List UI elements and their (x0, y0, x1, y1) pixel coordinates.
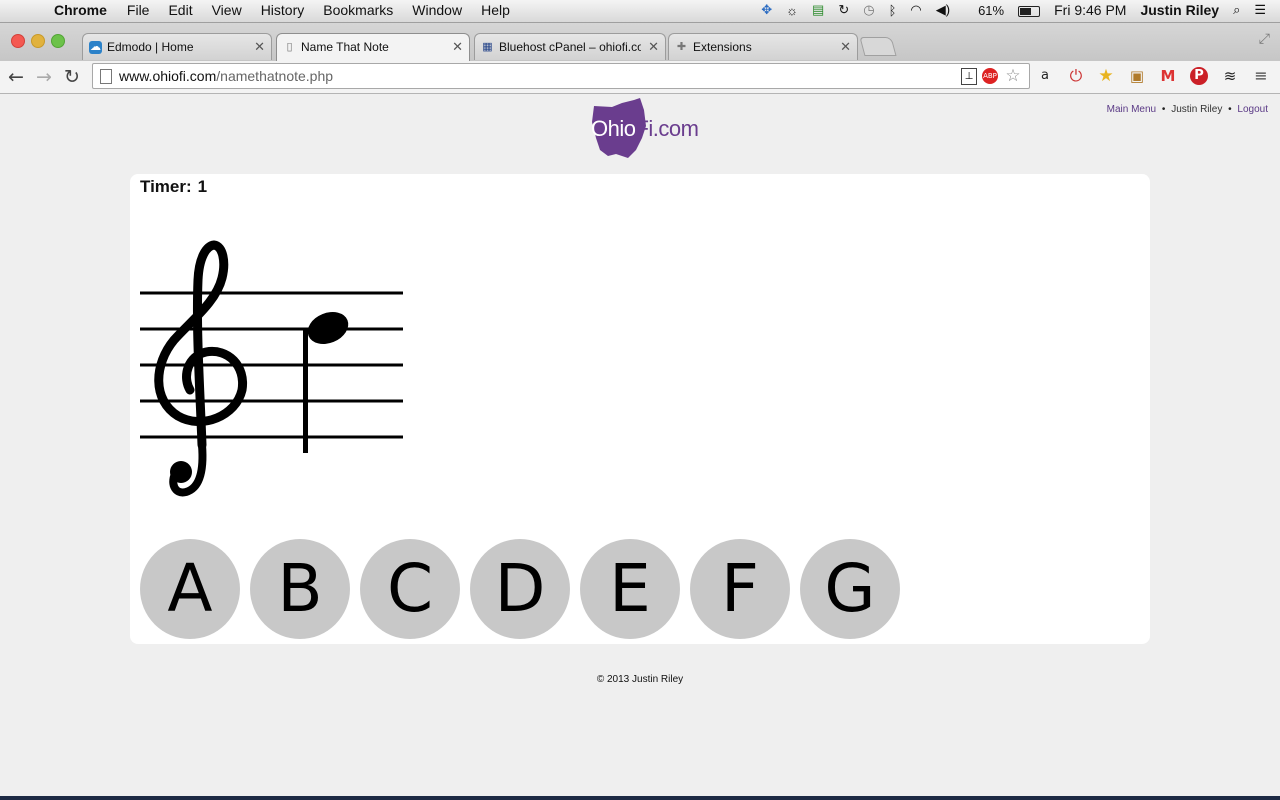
top-nav: Main Menu • Justin Riley • Logout (1107, 104, 1268, 115)
menu-help[interactable]: Help (481, 2, 510, 18)
answer-button-a[interactable]: A (140, 539, 240, 639)
menu-app-name[interactable]: Chrome (54, 2, 107, 18)
new-tab-button[interactable] (859, 37, 897, 56)
logout-link[interactable]: Logout (1237, 104, 1268, 115)
pinterest-icon[interactable]: P (1190, 67, 1208, 85)
main-menu-link[interactable]: Main Menu (1107, 104, 1156, 115)
tab-title: Name That Note (301, 40, 389, 54)
pushpin-extension-icon[interactable]: ⊥ (961, 68, 977, 85)
shopping-bag-icon[interactable]: ▣ (1128, 67, 1146, 85)
tab-title: Edmodo | Home (107, 40, 194, 54)
volume-icon[interactable]: ◀) (936, 2, 950, 18)
quarter-note-icon (303, 312, 349, 453)
spotlight-icon[interactable]: ⌕ (1233, 2, 1240, 18)
menu-view[interactable]: View (212, 2, 242, 18)
star-icon[interactable]: ★ (1097, 67, 1115, 85)
tab-strip: ☁ Edmodo | Home ✕ ▦ Bluehost cPanel – oh… (0, 23, 1280, 61)
treble-clef-icon (154, 240, 248, 497)
browser-toolbar: ← → ↻ www.ohiofi.com/namethatnote.php ⊥ … (0, 61, 1280, 94)
tab-extensions[interactable]: ✚ Extensions ✕ (668, 33, 858, 60)
desktop-edge (0, 796, 1280, 800)
close-tab-icon[interactable]: ✕ (840, 39, 851, 55)
bookmark-star-icon[interactable]: ☆ (1005, 68, 1021, 85)
nav-separator: • (1228, 104, 1232, 115)
window-zoom-button[interactable] (51, 34, 65, 48)
address-url[interactable]: www.ohiofi.com/namethatnote.php (119, 68, 333, 84)
reload-icon[interactable]: ↻ (64, 66, 80, 88)
close-tab-icon[interactable]: ✕ (254, 39, 265, 55)
answer-button-b[interactable]: B (250, 539, 350, 639)
cpanel-grid-icon: ▦ (482, 41, 493, 53)
notification-center-icon[interactable]: ☰ (1254, 2, 1266, 18)
answer-button-g[interactable]: G (800, 539, 900, 639)
bluetooth-icon[interactable]: ᛒ (889, 3, 897, 18)
forward-arrow-icon[interactable]: → (36, 66, 52, 88)
activity-monitor-icon[interactable]: ▤ (812, 2, 824, 18)
app-menu: Chrome File Edit View History Bookmarks … (54, 2, 529, 18)
sync-icon[interactable]: ↻ (838, 2, 849, 18)
menu-edit[interactable]: Edit (168, 2, 192, 18)
tab-name-that-note[interactable]: ▯ Name That Note ✕ (276, 33, 470, 61)
nav-separator: • (1161, 104, 1166, 115)
battery-icon (1018, 5, 1041, 17)
answer-button-c[interactable]: C (360, 539, 460, 639)
menu-clock[interactable]: Fri 9:46 PM (1054, 2, 1126, 18)
tab-title: Bluehost cPanel – ohiofi.co (499, 40, 641, 54)
fullscreen-icon[interactable]: ⤢ (1259, 31, 1270, 47)
clef-tail-dot (170, 461, 192, 483)
tab-edmodo[interactable]: ☁ Edmodo | Home ✕ (82, 33, 272, 60)
close-tab-icon[interactable]: ✕ (648, 39, 659, 55)
status-area: ✥ ☼ ▤ ↻ ◷ ᛒ ◠ ◀) 61% Fri 9:46 PM Justin … (747, 2, 1266, 18)
close-tab-icon[interactable]: ✕ (452, 39, 463, 55)
amazon-icon[interactable]: a (1036, 67, 1054, 85)
stop-icon[interactable]: ⏻ (1067, 67, 1085, 85)
music-staff (140, 240, 403, 497)
address-bar[interactable]: www.ohiofi.com/namethatnote.php ⊥ ABP ☆ (92, 63, 1030, 89)
answer-button-d[interactable]: D (470, 539, 570, 639)
adblock-icon[interactable]: ABP (982, 68, 998, 84)
menu-file[interactable]: File (127, 2, 150, 18)
page-icon (100, 69, 112, 84)
menu-history[interactable]: History (261, 2, 305, 18)
brightness-icon[interactable]: ☼ (786, 3, 798, 18)
wifi-icon[interactable]: ◠ (910, 2, 921, 18)
footer-copyright: © 2013 Justin Riley (596, 674, 684, 685)
puzzle-icon: ✚ (676, 41, 687, 53)
gmail-icon[interactable]: M (1159, 67, 1177, 85)
window-close-button[interactable] (11, 34, 25, 48)
timer: Timer: 1 (140, 177, 207, 197)
window-minimize-button[interactable] (31, 34, 45, 48)
answer-button-e[interactable]: E (580, 539, 680, 639)
page-icon: ▯ (286, 41, 293, 53)
edmodo-icon: ☁ (89, 41, 102, 54)
dropbox-icon[interactable]: ✥ (761, 2, 772, 18)
logo-text: OhioFi.com (591, 116, 699, 141)
chrome-menu-icon[interactable]: ≡ (1252, 67, 1270, 85)
time-machine-icon[interactable]: ◷ (863, 2, 874, 18)
answer-button-f[interactable]: F (690, 539, 790, 639)
tab-title: Extensions (693, 40, 752, 54)
ohiofi-logo[interactable]: OhioFi.com (590, 98, 699, 160)
macos-menu-bar: Chrome File Edit View History Bookmarks … (0, 0, 1280, 23)
layers-icon[interactable]: ≋ (1221, 67, 1239, 85)
timer-label: Timer: (140, 177, 192, 196)
menu-user[interactable]: Justin Riley (1140, 2, 1219, 18)
nav-username: Justin Riley (1171, 104, 1223, 115)
menu-window[interactable]: Window (412, 2, 462, 18)
back-arrow-icon[interactable]: ← (8, 66, 24, 88)
tab-bluehost-cpanel[interactable]: ▦ Bluehost cPanel – ohiofi.co ✕ (474, 33, 666, 60)
battery-percent[interactable]: 61% (964, 3, 1041, 18)
menu-bookmarks[interactable]: Bookmarks (323, 2, 393, 18)
timer-value: 1 (197, 177, 208, 196)
